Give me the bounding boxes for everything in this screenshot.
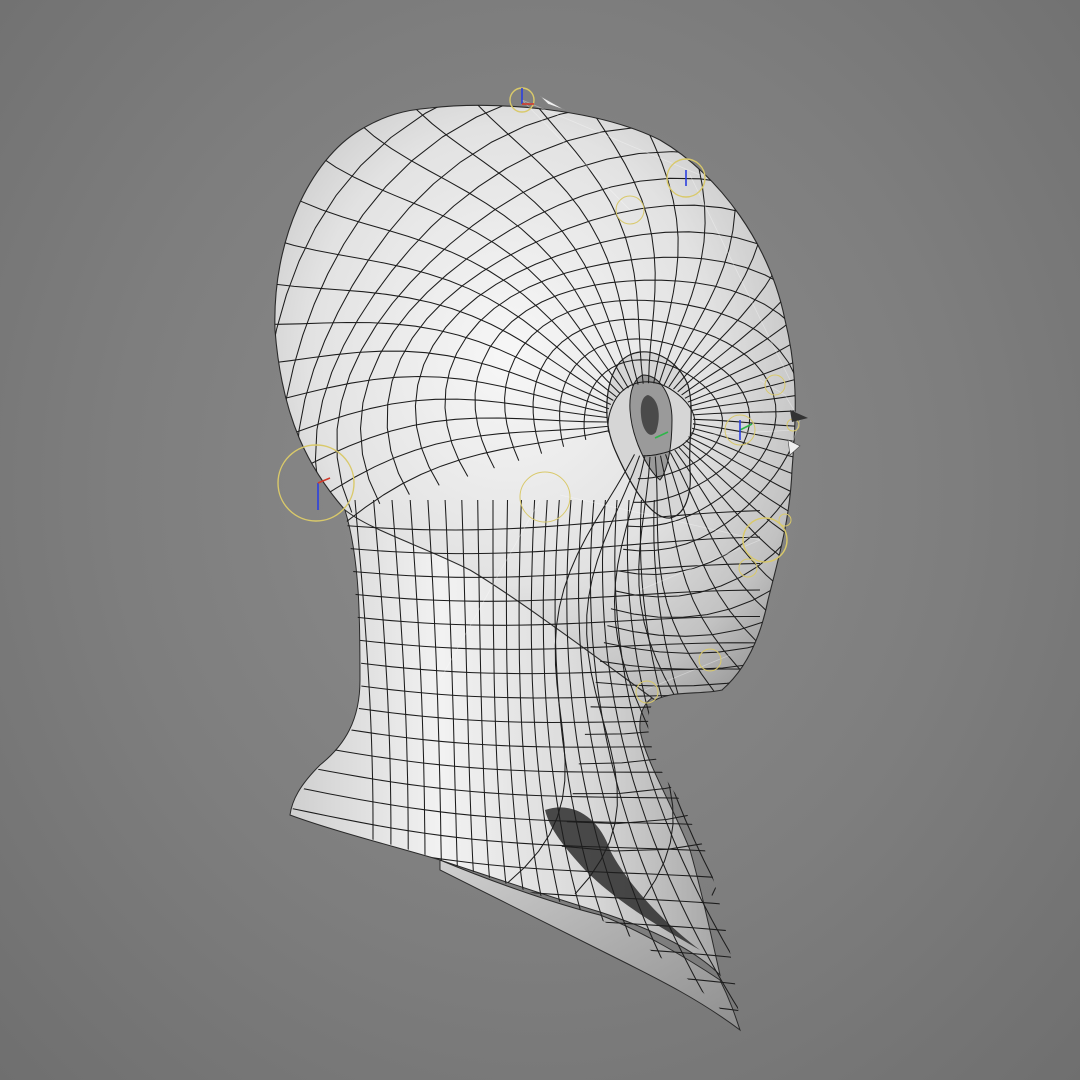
3d-viewport[interactable] bbox=[0, 0, 1080, 1080]
mesh-edge bbox=[279, 1003, 761, 1031]
mesh-edge bbox=[279, 1025, 761, 1031]
mesh-render[interactable] bbox=[0, 0, 1080, 1080]
head-mesh[interactable] bbox=[274, 104, 796, 1032]
